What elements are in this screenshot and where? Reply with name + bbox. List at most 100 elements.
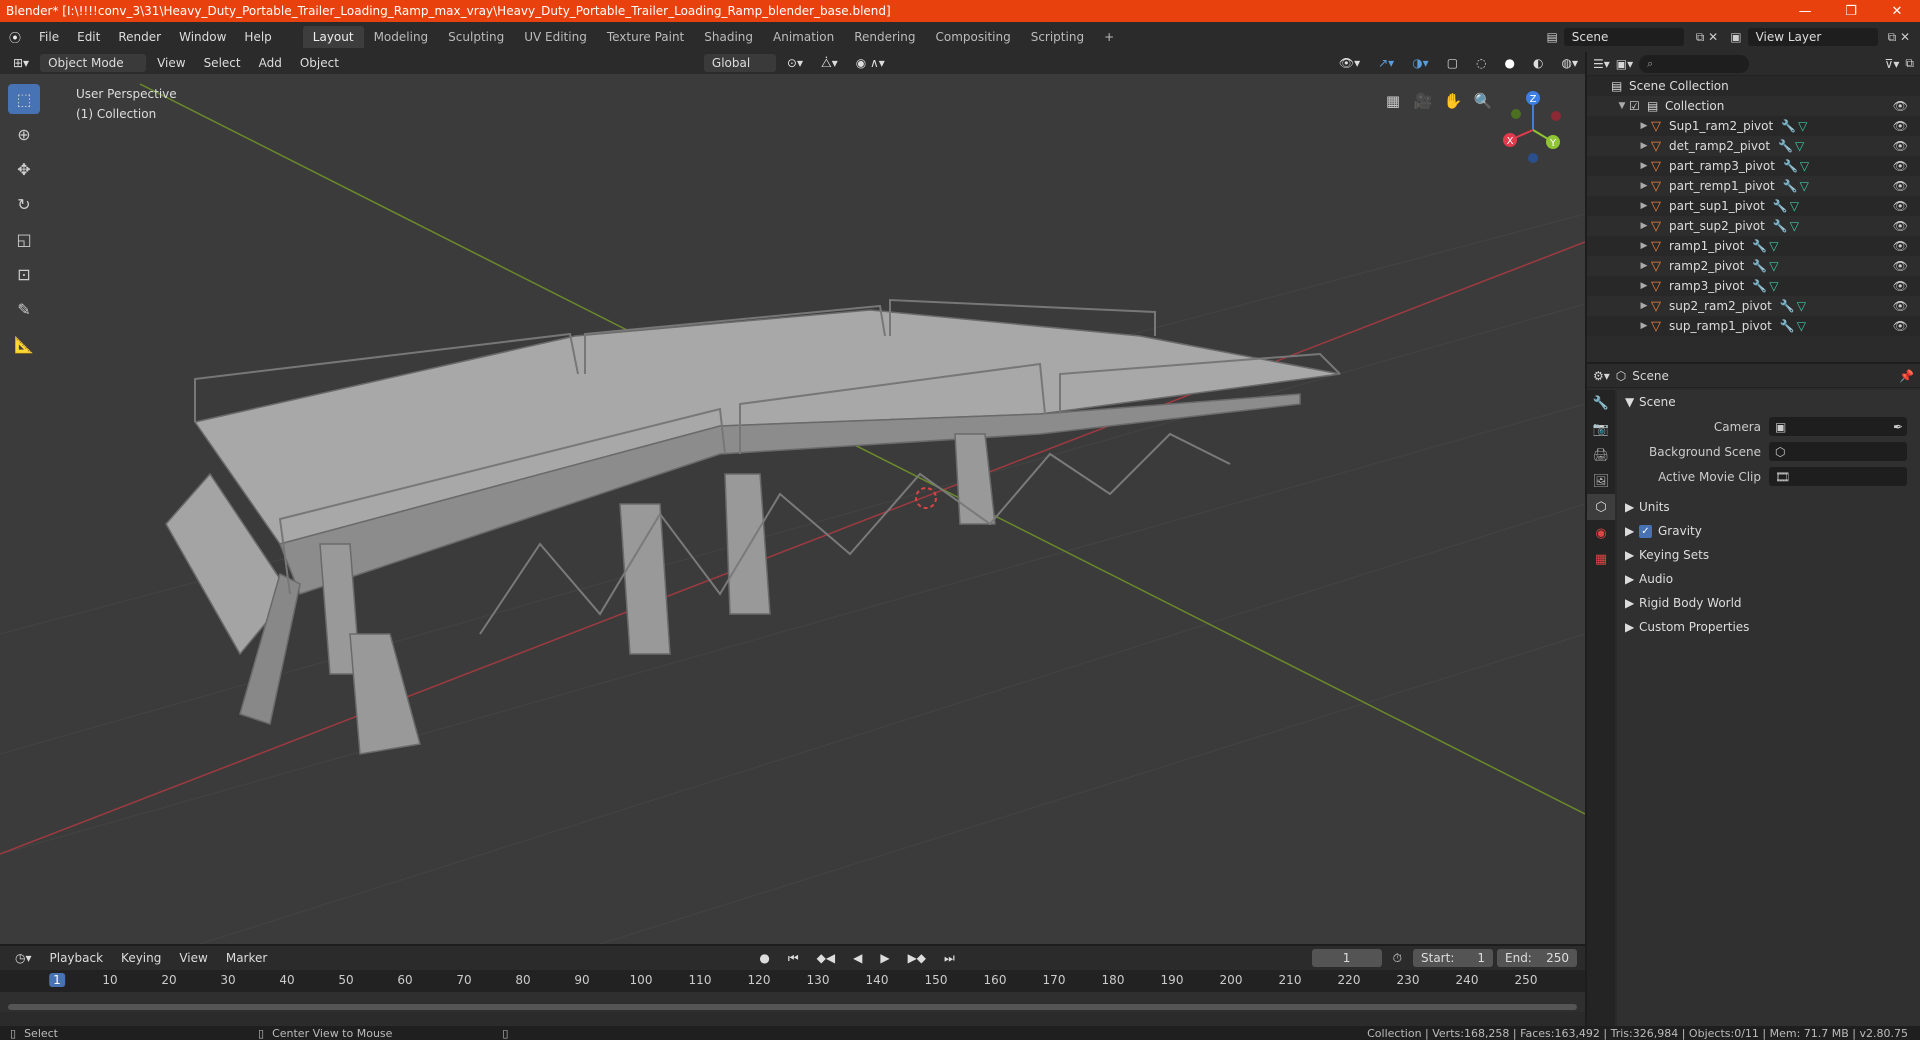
- scene-panel-header[interactable]: ▼ Scene: [1617, 390, 1920, 414]
- outliner-editor-icon[interactable]: ☰▾: [1593, 57, 1610, 71]
- tab-tool[interactable]: 🔧: [1587, 390, 1615, 416]
- display-mode-icon[interactable]: ▣▾: [1616, 57, 1633, 71]
- visibility-eye-icon[interactable]: 👁: [1893, 99, 1908, 113]
- expand-icon[interactable]: ▶: [1637, 241, 1651, 251]
- move-tool[interactable]: ✥: [8, 154, 40, 184]
- snap-icon[interactable]: ⧊▾: [814, 54, 845, 73]
- visibility-eye-icon[interactable]: 👁: [1893, 259, 1908, 273]
- view-layer-new-icon[interactable]: ⧉ ✕: [1888, 30, 1910, 45]
- menu-render[interactable]: Render: [109, 30, 170, 44]
- tab-sculpting[interactable]: Sculpting: [438, 26, 514, 48]
- close-button[interactable]: ✕: [1874, 4, 1920, 19]
- menu-file[interactable]: File: [30, 30, 68, 44]
- transform-orientation-dropdown[interactable]: Global: [703, 54, 776, 72]
- navigation-gizmo[interactable]: Z Y X: [1498, 90, 1568, 164]
- custom-properties-panel-header[interactable]: ▶ Custom Properties: [1617, 615, 1920, 639]
- scene-selector[interactable]: Scene: [1563, 28, 1684, 46]
- tab-modeling[interactable]: Modeling: [364, 26, 439, 48]
- tab-layout[interactable]: Layout: [302, 26, 364, 48]
- tab-scripting[interactable]: Scripting: [1021, 26, 1094, 48]
- collection-checkbox-icon[interactable]: ☑: [1629, 99, 1647, 113]
- expand-icon[interactable]: ▶: [1637, 301, 1651, 311]
- pivot-icon[interactable]: ⊙▾: [780, 54, 810, 72]
- properties-editor-icon[interactable]: ⚙▾: [1593, 369, 1610, 383]
- expand-icon[interactable]: ▶: [1637, 221, 1651, 231]
- keying-sets-panel-header[interactable]: ▶ Keying Sets: [1617, 543, 1920, 567]
- overlay-toggle-icon[interactable]: ◑▾: [1405, 54, 1436, 72]
- list-item[interactable]: ▶ ▽ sup2_ram2_pivot 🔧 ▽ 👁: [1587, 296, 1920, 316]
- outliner-scene-collection[interactable]: ▤ Scene Collection: [1587, 76, 1920, 96]
- visibility-eye-icon[interactable]: 👁: [1893, 319, 1908, 333]
- camera-field[interactable]: ▣ ✒: [1769, 417, 1907, 436]
- list-item[interactable]: ▶ ▽ part_sup1_pivot 🔧 ▽ 👁: [1587, 196, 1920, 216]
- filter-icon[interactable]: ⊽▾: [1885, 57, 1900, 71]
- cursor-tool[interactable]: ⊕: [8, 119, 40, 149]
- object-mode-dropdown[interactable]: Object Mode: [40, 54, 147, 72]
- tab-output[interactable]: 🖨: [1587, 442, 1615, 468]
- timeline-track[interactable]: [0, 992, 1585, 1012]
- tab-world[interactable]: ◉: [1587, 520, 1615, 546]
- scene-selector-icon[interactable]: ▤: [1546, 30, 1557, 44]
- end-frame-field[interactable]: End: 250: [1497, 949, 1577, 967]
- expand-icon[interactable]: ▶: [1637, 121, 1651, 131]
- rigid-body-world-panel-header[interactable]: ▶ Rigid Body World: [1617, 591, 1920, 615]
- gizmo-toggle-icon[interactable]: ↗▾: [1371, 54, 1401, 72]
- playhead[interactable]: 1: [49, 973, 65, 987]
- list-item[interactable]: ▶ ▽ ramp3_pivot 🔧 ▽ 👁: [1587, 276, 1920, 296]
- add-workspace-button[interactable]: +: [1094, 26, 1124, 48]
- xray-icon[interactable]: ▢: [1440, 54, 1465, 72]
- annotate-tool[interactable]: ✎: [8, 294, 40, 324]
- jump-keyframe-forward-icon[interactable]: ▶◆: [901, 949, 933, 967]
- expand-icon[interactable]: ▶: [1637, 321, 1651, 331]
- menu-keying[interactable]: Keying: [114, 949, 168, 967]
- camera-view-icon[interactable]: 🎥: [1410, 88, 1436, 114]
- menu-window[interactable]: Window: [170, 30, 235, 44]
- tab-compositing[interactable]: Compositing: [925, 26, 1020, 48]
- proportional-edit-icon[interactable]: ◉ ∧▾: [849, 54, 892, 72]
- timeline-editor-icon[interactable]: ◷▾: [8, 949, 39, 967]
- visibility-eye-icon[interactable]: 👁: [1893, 239, 1908, 253]
- toggle-ortho-icon[interactable]: ▦: [1380, 88, 1406, 114]
- list-item[interactable]: ▶ ▽ part_ramp3_pivot 🔧 ▽ 👁: [1587, 156, 1920, 176]
- outliner-search-input[interactable]: ⌕: [1639, 54, 1750, 73]
- pan-hand-icon[interactable]: ✋: [1440, 88, 1466, 114]
- jump-start-icon[interactable]: ⏮: [781, 949, 806, 968]
- expand-icon[interactable]: ▶: [1637, 281, 1651, 291]
- menu-object[interactable]: Object: [293, 54, 346, 72]
- zoom-icon[interactable]: 🔍: [1470, 88, 1496, 114]
- visibility-eye-icon[interactable]: 👁: [1893, 219, 1908, 233]
- gravity-checkbox[interactable]: ✓: [1639, 524, 1652, 538]
- menu-select[interactable]: Select: [197, 54, 248, 72]
- tab-render[interactable]: 📷: [1587, 416, 1615, 442]
- list-item[interactable]: ▶ ▽ part_remp1_pivot 🔧 ▽ 👁: [1587, 176, 1920, 196]
- expand-icon[interactable]: ▶: [1637, 201, 1651, 211]
- 3d-viewport[interactable]: ⬚ ⊕ ✥ ↻ ◱ ⊡ ✎ 📐 User Perspective (1) Col…: [0, 74, 1585, 944]
- menu-add[interactable]: Add: [252, 54, 289, 72]
- rotate-tool[interactable]: ↻: [8, 189, 40, 219]
- menu-marker[interactable]: Marker: [219, 949, 274, 967]
- background-scene-field[interactable]: ⬡: [1769, 442, 1907, 461]
- visibility-eye-icon[interactable]: 👁: [1893, 279, 1908, 293]
- transform-tool[interactable]: ⊡: [8, 259, 40, 289]
- menu-timeline-view[interactable]: View: [172, 949, 214, 967]
- list-item[interactable]: ▶ ▽ part_sup2_pivot 🔧 ▽ 👁: [1587, 216, 1920, 236]
- menu-help[interactable]: Help: [235, 30, 280, 44]
- shading-rendered-icon[interactable]: ◍▾: [1555, 54, 1586, 72]
- list-item[interactable]: ▶ ▽ sup_ramp1_pivot 🔧 ▽ 👁: [1587, 316, 1920, 336]
- list-item[interactable]: ▶ ▽ ramp1_pivot 🔧 ▽ 👁: [1587, 236, 1920, 256]
- eyedropper-icon[interactable]: ✒: [1893, 420, 1907, 434]
- view-layer-selector[interactable]: View Layer: [1747, 28, 1878, 46]
- active-movie-clip-field[interactable]: 🎞: [1769, 467, 1907, 486]
- tab-animation[interactable]: Animation: [763, 26, 844, 48]
- visibility-eye-icon[interactable]: 👁: [1893, 199, 1908, 213]
- blender-logo-icon[interactable]: ⦿: [0, 29, 30, 46]
- pin-icon[interactable]: 📌: [1899, 369, 1914, 383]
- expand-icon[interactable]: ▶: [1637, 181, 1651, 191]
- minimize-button[interactable]: —: [1782, 4, 1828, 19]
- tab-texture[interactable]: ▦: [1587, 546, 1615, 572]
- tab-scene[interactable]: ⬡: [1587, 494, 1615, 520]
- frame-ruler[interactable]: 1 10 20 30 40 50 60 70 80 90 100 110 120…: [0, 970, 1585, 992]
- visibility-eye-icon[interactable]: 👁: [1893, 119, 1908, 133]
- view-layer-icon[interactable]: ▣: [1730, 30, 1741, 44]
- expand-icon[interactable]: ▶: [1637, 141, 1651, 151]
